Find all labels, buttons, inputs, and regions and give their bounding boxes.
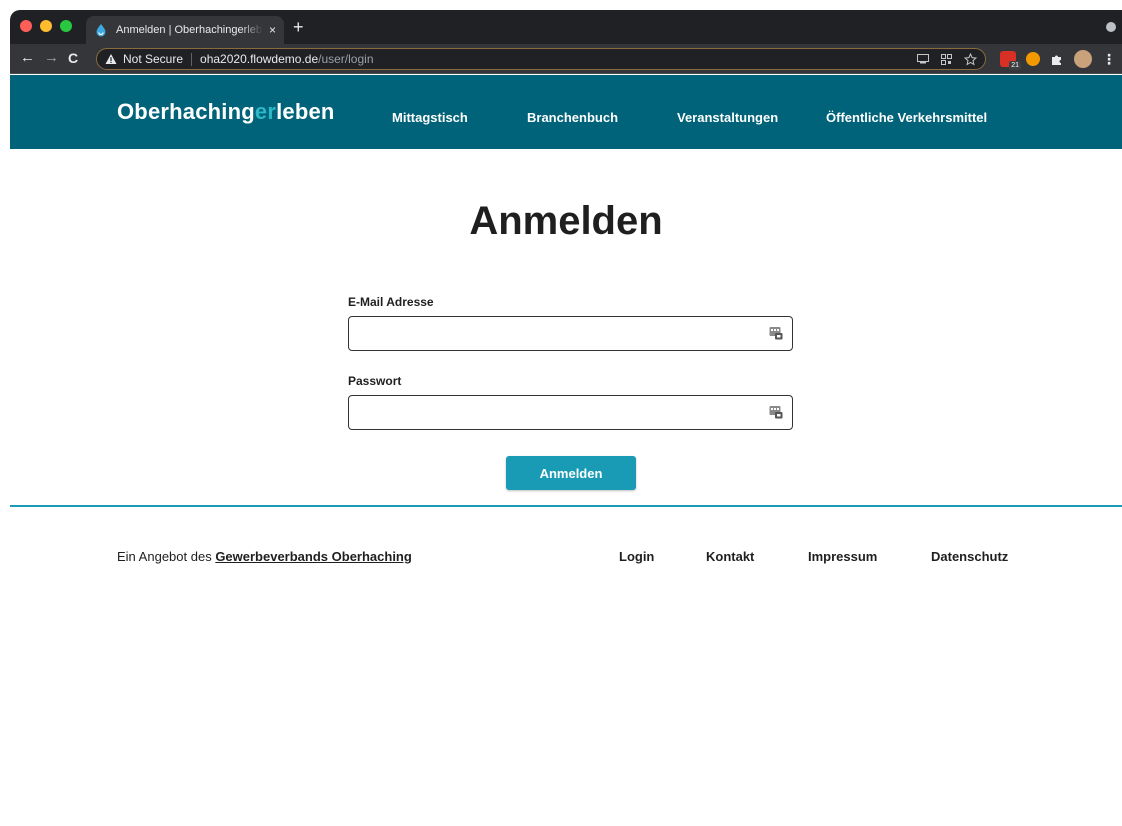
close-window-button[interactable] (20, 20, 32, 32)
footer-offer-link[interactable]: Gewerbeverbands Oberhaching (215, 549, 412, 564)
browser-toolbar: ← → C Not Secure oha2020.flowdemo.de /us… (10, 44, 1122, 74)
email-input[interactable] (348, 316, 793, 351)
site-header: Oberhachingerleben Mittagstisch Branchen… (10, 75, 1122, 149)
url-host: oha2020.flowdemo.de (200, 52, 319, 66)
minimize-window-button[interactable] (40, 20, 52, 32)
cast-icon[interactable] (917, 54, 929, 64)
qr-code-icon[interactable] (941, 53, 952, 65)
security-status[interactable]: Not Secure (123, 52, 183, 66)
tab-title: Anmelden | Oberhachingerleben (116, 24, 263, 36)
tab-strip: Anmelden | Oberhachingerleben × + (10, 10, 1122, 44)
drop-favicon-icon (96, 24, 106, 37)
nav-link-veranstaltungen[interactable]: Veranstaltungen (677, 110, 778, 125)
footer-link-impressum[interactable]: Impressum (808, 549, 877, 564)
back-button[interactable]: ← (20, 50, 35, 66)
page-title: Anmelden (469, 199, 663, 243)
nav-link-mittagstisch[interactable]: Mittagstisch (392, 110, 468, 125)
browser-window: Anmelden | Oberhachingerleben × + ← → C … (10, 10, 1122, 826)
password-manager-icon[interactable] (769, 326, 783, 340)
logo-text-accent: er (254, 99, 277, 124)
email-field-wrapper (348, 316, 793, 351)
address-separator (191, 52, 193, 66)
footer-offer-prefix: Ein Angebot des (117, 549, 216, 564)
email-label: E-Mail Adresse (348, 295, 434, 309)
tab-close-icon[interactable]: × (269, 24, 276, 36)
password-label: Passwort (348, 374, 402, 388)
web-page: Oberhachingerleben Mittagstisch Branchen… (10, 75, 1122, 826)
address-bar-actions (917, 52, 977, 66)
browser-menu-icon[interactable]: ⋮ (1102, 52, 1116, 66)
maximize-window-button[interactable] (60, 20, 72, 32)
warning-icon (105, 54, 117, 64)
url-path: /user/login (318, 52, 374, 66)
footer-link-datenschutz[interactable]: Datenschutz (931, 549, 1008, 564)
nav-link-branchenbuch[interactable]: Branchenbuch (527, 110, 618, 125)
forward-button[interactable]: → (44, 50, 59, 66)
nav-link-oepnv[interactable]: Öffentliche Verkehrsmittel (826, 110, 987, 125)
login-form: E-Mail Adresse Passwort (348, 295, 794, 453)
calendar-badge: 21 (1009, 61, 1021, 70)
login-submit-button[interactable]: Anmelden (506, 456, 636, 490)
password-input[interactable] (348, 395, 793, 430)
calendar-extension-icon[interactable]: 21 (1000, 51, 1021, 70)
browser-tab-active[interactable]: Anmelden | Oberhachingerleben × (86, 16, 284, 44)
footer-divider (10, 505, 1122, 507)
footer-link-login[interactable]: Login (619, 549, 654, 564)
reload-button[interactable]: C (68, 50, 78, 66)
footer-offer: Ein Angebot des Gewerbeverbands Oberhach… (117, 549, 412, 564)
orange-extension-icon[interactable] (1026, 52, 1040, 66)
tab-search-icon[interactable] (1106, 22, 1116, 32)
profile-avatar[interactable] (1074, 50, 1092, 68)
password-manager-icon[interactable] (769, 405, 783, 419)
site-logo[interactable]: Oberhachingerleben (117, 99, 335, 125)
puzzle-extensions-icon[interactable] (1050, 52, 1064, 66)
footer-link-kontakt[interactable]: Kontakt (706, 549, 754, 564)
address-bar[interactable]: Not Secure oha2020.flowdemo.de /user/log… (96, 48, 986, 70)
new-tab-button[interactable]: + (293, 18, 304, 36)
bookmark-star-icon[interactable] (964, 52, 977, 66)
logo-text-part2: leben (276, 99, 335, 124)
extensions-area: 21 ⋮ (1000, 49, 1116, 70)
logo-text-part1: Oberhaching (117, 99, 255, 124)
password-field-wrapper (348, 395, 793, 430)
